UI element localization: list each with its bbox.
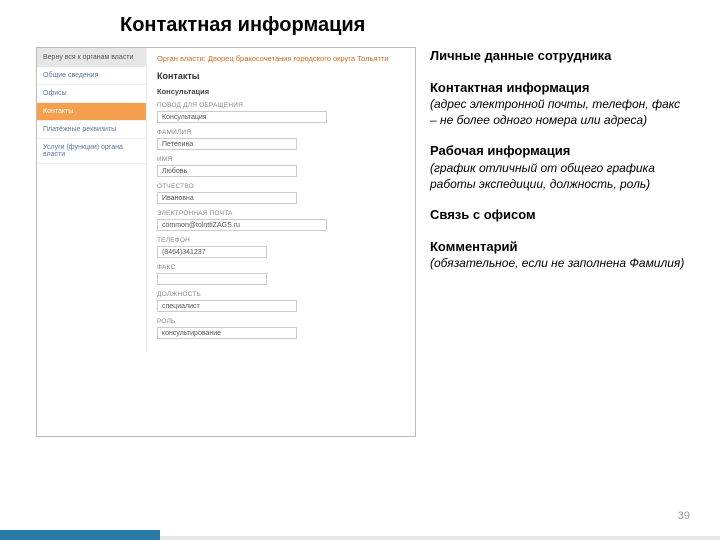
annot-comment-title: Комментарий bbox=[430, 238, 690, 256]
patronymic-input[interactable]: Ивановна bbox=[157, 192, 297, 204]
field-label-lastname: ФАМИЛИЯ bbox=[157, 129, 405, 136]
slide-title: Контактная информация bbox=[0, 0, 720, 47]
footer-line bbox=[160, 536, 720, 540]
annot-work-title: Рабочая информация bbox=[430, 142, 690, 160]
footer-accent bbox=[0, 530, 160, 540]
annot-office-link: Связь с офисом bbox=[430, 206, 690, 224]
nav-item-contacts[interactable]: Контакты bbox=[37, 103, 146, 121]
org-label: Орган власти: Дворец бракосочетания горо… bbox=[157, 54, 405, 63]
subsection: Консультация bbox=[157, 87, 405, 96]
field-label-position: ДОЛЖНОСТЬ bbox=[157, 291, 405, 298]
section-heading: Контакты bbox=[157, 71, 405, 81]
firstname-input[interactable]: Любовь bbox=[157, 165, 297, 177]
nav-item-general[interactable]: Общие сведения bbox=[37, 67, 146, 85]
lastname-input[interactable]: Петелина bbox=[157, 138, 297, 150]
nav-item-services[interactable]: Услуги (функции) органа власти bbox=[37, 139, 146, 164]
reason-input[interactable]: Консультация bbox=[157, 111, 327, 123]
fax-input[interactable] bbox=[157, 273, 267, 285]
main-panel: Орган власти: Дворец бракосочетания горо… bbox=[147, 48, 415, 351]
field-label-phone: ТЕЛЕФОН bbox=[157, 237, 405, 244]
role-input[interactable]: консультирование bbox=[157, 327, 297, 339]
annot-personal: Личные данные сотрудника bbox=[430, 47, 690, 65]
field-label-patronymic: ОТЧЕСТВО bbox=[157, 183, 405, 190]
field-label-reason: ПОВОД ДЛЯ ОБРАЩЕНИЯ bbox=[157, 102, 405, 109]
position-input[interactable]: специалист bbox=[157, 300, 297, 312]
annot-comment-desc: (обязательное, если не заполнена Фамилия… bbox=[430, 255, 690, 271]
field-label-firstname: ИМЯ bbox=[157, 156, 405, 163]
annot-contact-desc: (адрес электронной почты, телефон, факс … bbox=[430, 96, 690, 128]
page-number: 39 bbox=[678, 510, 690, 522]
field-label-role: РОЛЬ bbox=[157, 318, 405, 325]
annot-work-desc: (график отличный от общего графика работ… bbox=[430, 160, 690, 192]
field-label-fax: ФАКС bbox=[157, 264, 405, 271]
nav-item-offices[interactable]: Офисы bbox=[37, 85, 146, 103]
nav-back-link[interactable]: Верну вся к органам власти bbox=[37, 48, 146, 67]
nav-item-payment[interactable]: Платёжные реквизиты bbox=[37, 121, 146, 139]
annotations: Личные данные сотрудника Контактная инфо… bbox=[430, 47, 690, 437]
embedded-screenshot: Верну вся к органам власти Общие сведени… bbox=[36, 47, 416, 437]
email-input[interactable]: common@tolnttiZAGS.ru bbox=[157, 219, 327, 231]
phone-input[interactable]: (8464)341237 bbox=[157, 246, 267, 258]
field-label-email: ЭЛЕКТРОННАЯ ПОЧТА bbox=[157, 210, 405, 217]
annot-contact-title: Контактная информация bbox=[430, 79, 690, 97]
content-row: Верну вся к органам власти Общие сведени… bbox=[0, 47, 720, 437]
side-nav: Верну вся к органам власти Общие сведени… bbox=[37, 48, 147, 351]
